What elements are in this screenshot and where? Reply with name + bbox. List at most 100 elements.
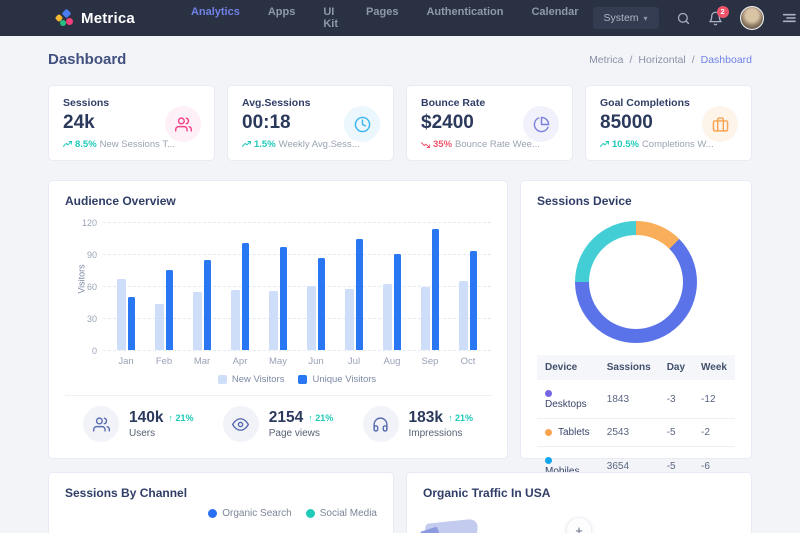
table-row: Desktops1843-3-12 — [537, 380, 735, 419]
y-tick-label: 30 — [77, 314, 97, 324]
chevron-down-icon: ▾ — [644, 14, 648, 23]
gridline: 0 — [103, 350, 491, 351]
audience-footer-stats: 140k↑ 21%Users2154↑ 21%Page views183k↑ 2… — [65, 395, 491, 442]
notification-badge: 2 — [717, 6, 729, 18]
chart-plot-area: 1209060300 — [103, 222, 491, 350]
bar-new-visitors — [307, 286, 316, 350]
footer-stat-percent: ↑ 21% — [308, 413, 333, 423]
bar-new-visitors — [345, 289, 354, 350]
stat-note: Completions W... — [642, 139, 714, 150]
x-tick-label: Jun — [297, 356, 335, 367]
bar-new-visitors — [421, 287, 430, 350]
chart-legend: New Visitors Unique Visitors — [103, 374, 491, 385]
menu-toggle-button[interactable] — [781, 10, 797, 26]
bar-new-visitors — [269, 291, 278, 350]
legend-item-social-media[interactable]: Social Media — [306, 508, 377, 519]
user-avatar[interactable] — [740, 6, 764, 30]
bar-unique-visitors — [128, 297, 135, 350]
device-dot — [545, 429, 552, 436]
x-tick-label: Jan — [107, 356, 145, 367]
footer-stat-label: Users — [129, 428, 194, 439]
map-zoom-in-button[interactable]: + — [566, 517, 592, 533]
bar-group-oct — [449, 222, 487, 350]
legend-label: Organic Search — [222, 508, 291, 519]
bar-unique-visitors — [356, 239, 363, 350]
bar-unique-visitors — [280, 247, 287, 350]
x-tick-label: Jul — [335, 356, 373, 367]
stat-cards-row: Sessions24k8.5%New Sessions T...Avg.Sess… — [48, 85, 752, 161]
bar-group-mar — [183, 222, 221, 350]
nav-item-authentication[interactable]: Authentication — [412, 6, 517, 30]
footer-stat-label: Page views — [269, 428, 334, 439]
footer-stat-percent: ↑ 21% — [448, 413, 473, 423]
system-dropdown[interactable]: System ▾ — [593, 7, 659, 29]
legend-item-new-visitors[interactable]: New Visitors — [218, 374, 285, 385]
page-content: Dashboard Metrica/Horizontal/Dashboard S… — [0, 36, 800, 533]
breadcrumb: Metrica/Horizontal/Dashboard — [589, 54, 752, 66]
device-sessions: 1843 — [599, 380, 659, 419]
footer-stat-value: 140k — [129, 409, 163, 427]
bar-group-apr — [221, 222, 259, 350]
trend-up-icon — [242, 140, 251, 149]
nav-item-pages[interactable]: Pages — [352, 6, 412, 30]
breadcrumb-item[interactable]: Dashboard — [701, 54, 752, 66]
title-row: Dashboard Metrica/Horizontal/Dashboard — [48, 51, 752, 68]
legend-item-unique-visitors[interactable]: Unique Visitors — [298, 374, 376, 385]
card-title: Sessions Device — [537, 194, 735, 208]
device-name: Desktops — [545, 399, 587, 410]
device-table-header: Day — [659, 355, 693, 380]
sessions-by-channel-card: Sessions By Channel Organic SearchSocial… — [48, 472, 394, 533]
headphones-icon — [363, 406, 399, 442]
page-title: Dashboard — [48, 51, 126, 68]
card-title: Organic Traffic In USA — [423, 486, 735, 500]
bar-new-visitors — [193, 292, 202, 350]
stat-card-sessions: Sessions24k8.5%New Sessions T... — [48, 85, 215, 161]
legend-item-organic-search[interactable]: Organic Search — [208, 508, 291, 519]
brand[interactable]: Metrica — [56, 9, 135, 27]
users-icon — [83, 406, 119, 442]
hamburger-icon — [781, 10, 797, 26]
device-name: Tablets — [558, 427, 590, 438]
bar-series — [107, 222, 487, 350]
main-row: Audience Overview Visitors 1209060300 Ja… — [48, 180, 752, 459]
bar-new-visitors — [459, 281, 468, 350]
bar-group-jan — [107, 222, 145, 350]
legend-dot — [306, 509, 315, 518]
bar-unique-visitors — [394, 254, 401, 350]
nav-item-analytics[interactable]: Analytics — [177, 6, 254, 30]
bar-group-aug — [373, 222, 411, 350]
nav-item-ui-kit[interactable]: UI Kit — [309, 6, 352, 30]
search-icon — [676, 11, 691, 26]
legend-swatch — [298, 375, 307, 384]
topbar: Metrica AnalyticsAppsUI KitPagesAuthenti… — [0, 0, 800, 36]
search-button[interactable] — [676, 11, 691, 26]
breadcrumb-item[interactable]: Horizontal — [638, 54, 685, 66]
bar-new-visitors — [383, 284, 392, 350]
nav-item-apps[interactable]: Apps — [254, 6, 310, 30]
metrica-logo-icon — [56, 9, 74, 27]
bar-new-visitors — [155, 304, 164, 350]
bar-unique-visitors — [432, 229, 439, 350]
sessions-device-card: Sessions Device DeviceSassionsDayWeek De… — [520, 180, 752, 459]
topbar-actions: System ▾ 2 — [593, 6, 797, 30]
clock-icon — [344, 106, 380, 142]
legend-dot — [208, 509, 217, 518]
bar-unique-visitors — [242, 243, 249, 350]
stat-percent: 10.5% — [612, 139, 639, 150]
usa-map-fragment — [420, 526, 440, 533]
system-dropdown-label: System — [604, 12, 639, 24]
trend-up-icon — [63, 140, 72, 149]
donut-chart-wrap — [537, 221, 735, 343]
x-tick-label: Aug — [373, 356, 411, 367]
notifications-button[interactable]: 2 — [708, 11, 723, 26]
legend-swatch — [218, 375, 227, 384]
breadcrumb-item[interactable]: Metrica — [589, 54, 623, 66]
nav-item-calendar[interactable]: Calendar — [517, 6, 592, 30]
x-tick-label: Feb — [145, 356, 183, 367]
device-table-header: Sassions — [599, 355, 659, 380]
trend-down-icon — [421, 140, 430, 149]
stat-percent: 35% — [433, 139, 452, 150]
stat-card-goal-completions: Goal Completions8500010.5%Completions W.… — [585, 85, 752, 161]
bar-unique-visitors — [204, 260, 211, 350]
main-nav: AnalyticsAppsUI KitPagesAuthenticationCa… — [177, 6, 593, 30]
